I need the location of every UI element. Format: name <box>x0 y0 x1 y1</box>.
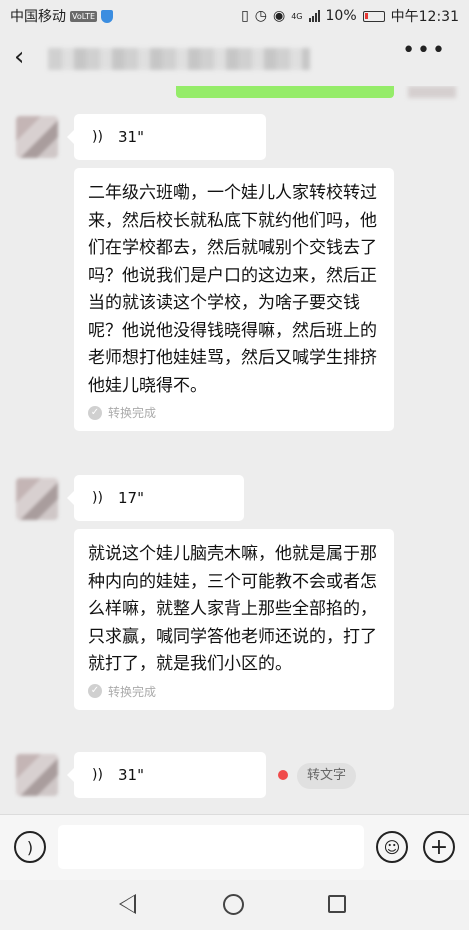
system-nav-bar <box>0 880 469 930</box>
home-circle-icon[interactable] <box>223 894 244 915</box>
transcript-bubble[interactable]: 二年级六班嘞，一个娃儿人家转校转过来，然后校长就私底下就约他们吗，他们在学校都去… <box>74 168 394 431</box>
check-icon: ✓ <box>88 684 102 698</box>
signal-icon <box>308 10 320 22</box>
avatar[interactable] <box>16 754 58 796</box>
clock: 中午12:31 <box>390 9 459 25</box>
check-icon: ✓ <box>88 405 102 420</box>
status-label: 转换完成 <box>108 406 157 420</box>
input-bar: ) ☺ + <box>0 814 469 880</box>
eye-icon: ◉ <box>273 8 286 24</box>
volte-badge: VoLTE <box>70 10 98 22</box>
plus-icon[interactable]: + <box>423 831 455 863</box>
avatar[interactable] <box>16 116 58 158</box>
chat-title-blurred <box>48 48 310 70</box>
status-left: 中国移动 VoLTE <box>10 6 114 26</box>
status-bar: 中国移动 VoLTE ▯ ◷ ◉ 4G 10% 中午12:31 <box>0 0 469 30</box>
network-type: 4G <box>291 11 303 21</box>
self-avatar-partial[interactable] <box>408 86 456 98</box>
status-label: 转换完成 <box>108 684 157 699</box>
battery-icon <box>362 10 385 22</box>
chevron-left-icon[interactable]: ‹ <box>14 42 24 72</box>
voice-wave-icon: )) <box>92 767 103 783</box>
chat-header: ‹ ••• <box>0 30 469 86</box>
voice-duration: 31" <box>118 766 144 784</box>
voice-duration: 17" <box>118 489 144 507</box>
more-icon[interactable]: ••• <box>402 38 447 63</box>
unread-dot <box>278 770 288 780</box>
battery-percent: 10% <box>325 8 357 24</box>
voice-input-icon[interactable]: ) <box>14 831 46 863</box>
back-triangle-icon[interactable] <box>119 894 136 914</box>
voice-duration: 31" <box>118 128 144 146</box>
message-input[interactable] <box>58 825 364 869</box>
shield-icon <box>101 9 114 23</box>
recent-apps-square-icon[interactable] <box>328 895 346 913</box>
vibrate-icon: ▯ <box>241 8 249 24</box>
transcript-status: ✓ 转换完成 <box>88 404 382 421</box>
voice-wave-icon: )) <box>92 129 103 145</box>
convert-to-text-button[interactable]: 转文字 <box>297 763 357 789</box>
outgoing-bubble-partial[interactable] <box>176 86 394 98</box>
status-right: ▯ ◷ ◉ 4G 10% 中午12:31 <box>241 6 459 26</box>
transcript-text: 二年级六班嘞，一个娃儿人家转校转过来，然后校长就私底下就约他们吗，他们在学校都去… <box>88 183 377 396</box>
voice-message[interactable]: )) 17" <box>67 475 244 521</box>
emoji-icon[interactable]: ☺ <box>376 831 408 863</box>
carrier-label: 中国移动 <box>10 9 66 25</box>
transcript-text: 就说这个娃儿脑壳木嘛，他就是属于那种内向的娃娃，三个可能教不会或者怎么样嘛，就整… <box>88 544 377 674</box>
voice-message[interactable]: )) 31" <box>67 114 266 160</box>
transcript-status: ✓ 转换完成 <box>88 683 382 700</box>
chat-area[interactable]: )) 31" 二年级六班嘞，一个娃儿人家转校转过来，然后校长就私底下就约他们吗，… <box>0 86 469 814</box>
voice-wave-icon: )) <box>92 490 103 506</box>
voice-message[interactable]: )) 31" <box>67 752 266 798</box>
transcript-bubble[interactable]: 就说这个娃儿脑壳木嘛，他就是属于那种内向的娃娃，三个可能教不会或者怎么样嘛，就整… <box>74 529 394 710</box>
alarm-icon: ◷ <box>254 8 267 24</box>
avatar[interactable] <box>16 478 58 520</box>
